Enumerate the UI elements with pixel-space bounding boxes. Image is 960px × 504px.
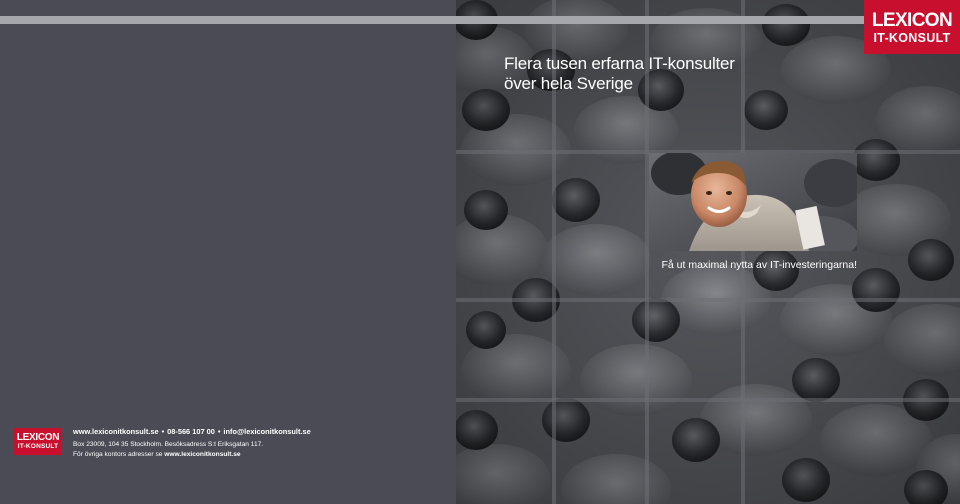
front-cover-panel: LEXICON IT-KONSULT Flera tusen erfarna I… [456, 0, 960, 504]
website-link[interactable]: www.lexiconitkonsult.se [73, 427, 159, 436]
back-cover-footer: LEXICON IT-KONSULT www.lexiconitkonsult.… [14, 427, 311, 459]
address-line: Box 23009, 104 35 Stockholm. Besöksadres… [73, 441, 264, 448]
back-cover-panel: LEXICON IT-KONSULT www.lexiconitkonsult.… [0, 0, 456, 504]
featured-person-photo [649, 153, 857, 251]
headline-line2: över hela Sverige [504, 74, 633, 93]
other-offices-link[interactable]: www.lexiconitkonsult.se [164, 451, 240, 458]
email-link[interactable]: info@lexiconitkonsult.se [223, 427, 310, 436]
cover-tagline: Få ut maximal nytta av IT-investeringarn… [661, 259, 858, 271]
headline-line1: Flera tusen erfarna IT-konsulter [504, 54, 735, 73]
lexicon-logo-large: LEXICON IT-KONSULT [864, 0, 960, 54]
grid-divider [741, 0, 745, 504]
contact-line: www.lexiconitkonsult.se • 08-566 107 00 • in… [73, 427, 311, 437]
contact-block: www.lexiconitkonsult.se • 08-566 107 00 • in… [73, 427, 311, 459]
phone-number: 08-566 107 00 [167, 427, 215, 436]
logo-large-line1: LEXICON [871, 9, 953, 31]
lexicon-logo-small: LEXICON IT-KONSULT [14, 428, 62, 455]
logo-small-line2: IT-KONSULT [17, 443, 59, 450]
logo-large-line2: IT-KONSULT [873, 30, 951, 45]
cover-headline: Flera tusen erfarna IT-konsulter över he… [504, 54, 735, 94]
grid-divider [456, 298, 960, 302]
grid-divider [456, 398, 960, 402]
separator-dot: • [161, 427, 165, 436]
top-divider-bar [0, 16, 960, 24]
logo-small-line1: LEXICON [16, 432, 60, 443]
other-offices-prefix: För övriga kontors adresser se [73, 451, 165, 458]
other-offices-line: För övriga kontors adresser se www.lexic… [73, 450, 311, 459]
